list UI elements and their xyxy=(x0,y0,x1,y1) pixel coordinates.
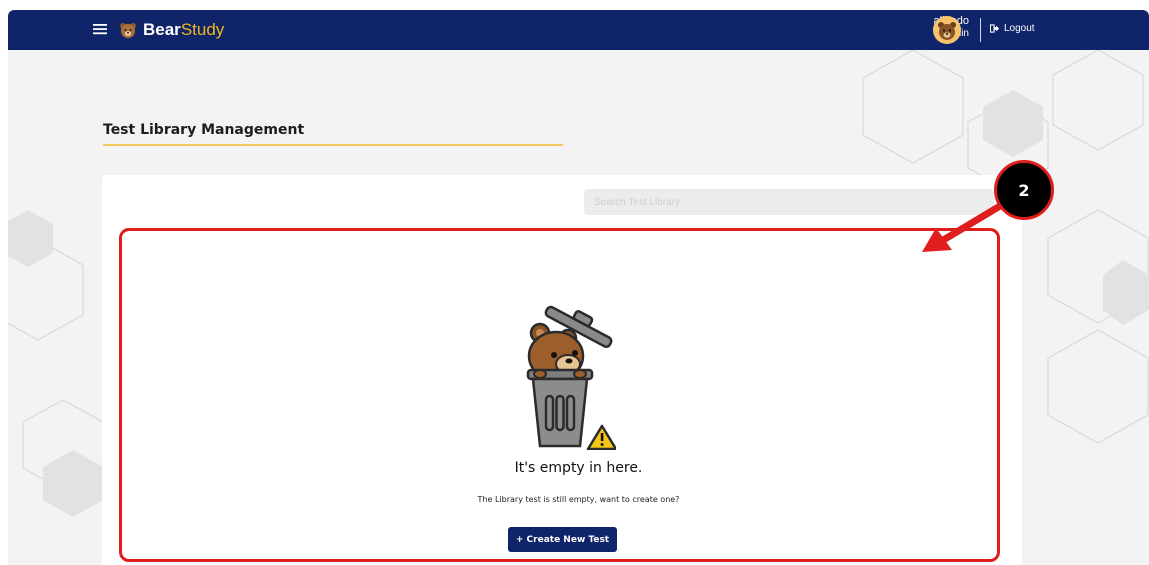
title-underline xyxy=(103,144,563,146)
app-window: BearStudy aliando admin xyxy=(8,10,1149,565)
logout-label: Logout xyxy=(1004,23,1035,34)
empty-state-title: It's empty in here. xyxy=(514,460,643,476)
bear-avatar-icon xyxy=(933,16,961,44)
brand-name-study: Study xyxy=(180,20,225,39)
empty-state-subtitle: The Library test is still empty, want to… xyxy=(477,495,680,504)
bear-logo-icon xyxy=(120,23,136,38)
header-divider xyxy=(980,18,981,42)
logout-button[interactable]: Logout xyxy=(990,23,1035,34)
page-title: Test Library Management xyxy=(103,122,305,138)
create-new-test-button[interactable]: + Create New Test xyxy=(508,527,617,552)
annotation-step-badge: 2 xyxy=(994,160,1054,220)
hamburger-icon[interactable] xyxy=(92,21,108,37)
avatar[interactable] xyxy=(933,16,961,44)
brand-name-bear: Bear xyxy=(143,20,181,39)
brand-logo[interactable]: BearStudy xyxy=(118,18,224,42)
bear-trash-can-icon xyxy=(526,305,616,450)
logout-icon xyxy=(990,24,999,33)
top-navbar: BearStudy aliando admin xyxy=(8,10,1149,50)
